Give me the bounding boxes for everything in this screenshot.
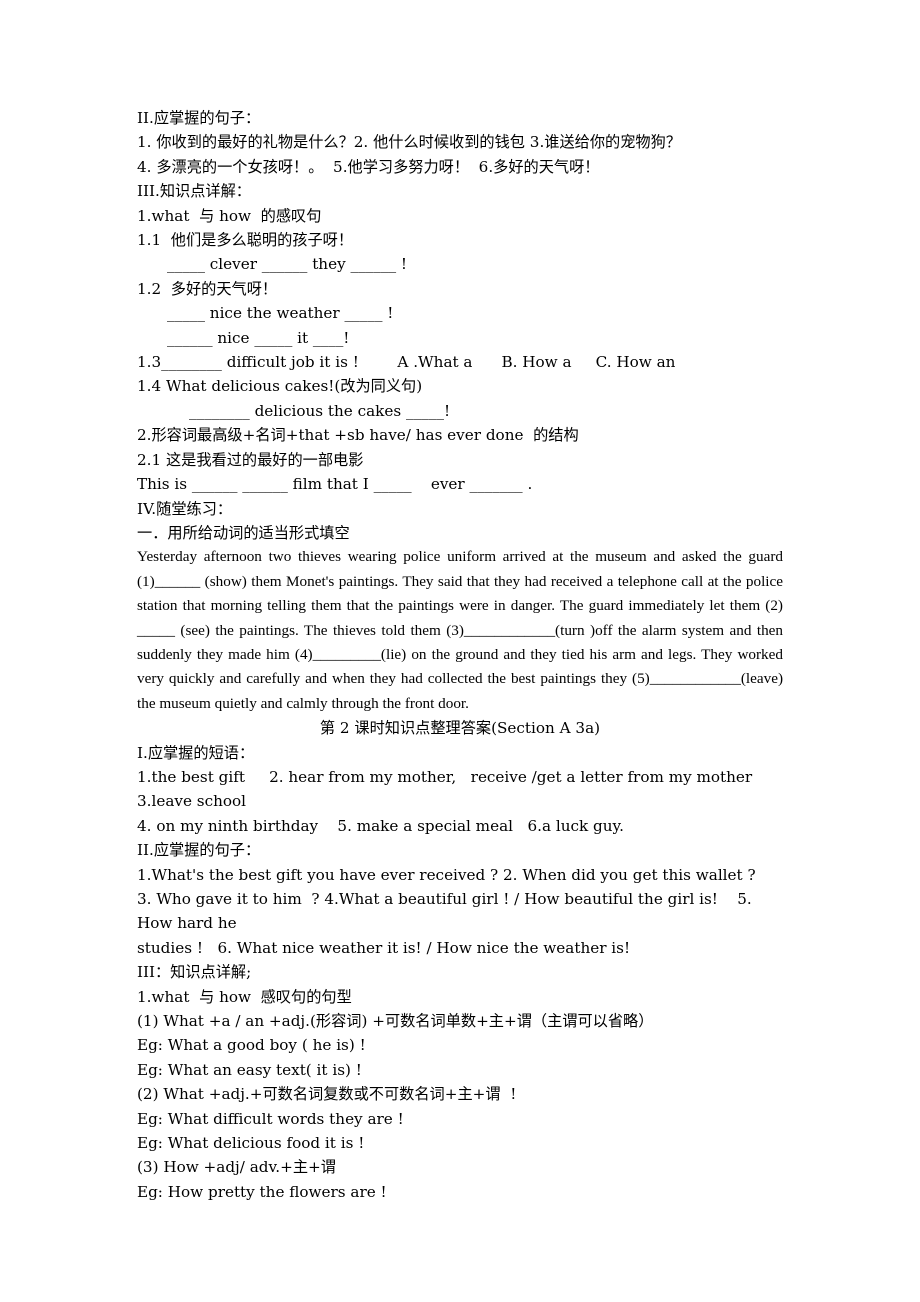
- item-2-1-prompt: 2.1 这是我看过的最好的一部电影: [137, 450, 364, 469]
- heading-i-phrases: I.应掌握的短语：: [137, 743, 255, 762]
- answer-sentence-2: 3. Who gave it to him ? 4.What a beautif…: [137, 890, 757, 933]
- item-1-3-choice-question: 1.3________ difficult job it is ! A .Wha…: [137, 353, 676, 372]
- item-1-2-blank-line-b: ______ nice _____ it ____!: [167, 328, 350, 347]
- grammar-what-how-patterns: 1.what 与 how 感叹句的句型: [137, 987, 352, 1006]
- pattern-1: (1) What +a / an +adj.(形容词) +可数名词单数+主+谓（…: [137, 1012, 654, 1031]
- section-part-one: II.应掌握的句子： 1. 你收到的最好的礼物是什么？2. 他什么时候收到的钱包…: [137, 106, 783, 545]
- item-1-2-blank-line-a: _____ nice the weather _____ !: [167, 304, 394, 323]
- answer-sentence-1: 1.What's the best gift you have ever rec…: [137, 865, 756, 884]
- item-1-2-prompt: 1.2 多好的天气呀！: [137, 279, 278, 298]
- item-2-1-blank-line: This is ______ ______ film that I _____ …: [137, 475, 533, 494]
- item-1-what-how: 1.what 与 how 的感叹句: [137, 206, 322, 225]
- example-4: Eg: What delicious food it is !: [137, 1134, 365, 1153]
- item-1-4-blank-line: ________ delicious the cakes _____!: [189, 401, 451, 420]
- exercise-one-instruction: 一．用所给动词的适当形式填空: [137, 523, 350, 542]
- document-body: II.应掌握的句子： 1. 你收到的最好的礼物是什么？2. 他什么时候收到的钱包…: [137, 106, 783, 1204]
- phrase-list-1: 1.the best gift 2. hear from my mother, …: [137, 767, 772, 811]
- heading-iii-knowledge-points: III.知识点详解：: [137, 182, 251, 201]
- pattern-3: (3) How +adj/ adv.+主+谓: [137, 1158, 336, 1177]
- heading-iv-practice: IV.随堂练习：: [137, 499, 233, 518]
- heading-iii-knowledge-points-2: III：知识点详解;: [137, 963, 252, 982]
- phrase-list-2: 4. on my ninth birthday 5. make a specia…: [137, 816, 624, 835]
- item-1-4-rewrite-prompt: 1.4 What delicious cakes!(改为同义句): [137, 377, 423, 396]
- section-part-two: I.应掌握的短语： 1.the best gift 2. hear from m…: [137, 741, 783, 1205]
- document-page: II.应掌握的句子： 1. 你收到的最好的礼物是什么？2. 他什么时候收到的钱包…: [0, 0, 920, 1302]
- example-1: Eg: What a good boy ( he is) !: [137, 1036, 366, 1055]
- answer-sentence-3: studies ! 6. What nice weather it is! / …: [137, 938, 631, 957]
- lesson-2-answers-title: 第 2 课时知识点整理答案(Section A 3a): [319, 719, 601, 738]
- item-2-structure: 2.形容词最高级+名词+that +sb have/ has ever done…: [137, 426, 579, 445]
- pattern-2: (2) What +adj.+可数名词复数或不可数名词+主+谓 !: [137, 1085, 517, 1104]
- example-5: Eg: How pretty the flowers are !: [137, 1182, 387, 1201]
- example-3: Eg: What difficult words they are !: [137, 1109, 404, 1128]
- item-1-1-blank-line: _____ clever ______ they ______ !: [167, 255, 407, 274]
- heading-ii-sentences: II.应掌握的句子：: [137, 109, 261, 127]
- example-2: Eg: What an easy text( it is) !: [137, 1060, 362, 1079]
- item-1-1-prompt: 1.1 他们是多么聪明的孩子呀！: [137, 231, 354, 250]
- sentence-list-1: 1. 你收到的最好的礼物是什么？2. 他什么时候收到的钱包 3.谁送给你的宠物狗…: [137, 133, 681, 152]
- heading-ii-sentences-2: II.应掌握的句子：: [137, 841, 261, 860]
- cloze-passage-block: Yesterday afternoon two thieves wearing …: [137, 545, 783, 716]
- sentence-list-2: 4. 多漂亮的一个女孩呀！。 5.他学习多努力呀！ 6.多好的天气呀！: [137, 157, 600, 176]
- cloze-passage: Yesterday afternoon two thieves wearing …: [137, 548, 783, 712]
